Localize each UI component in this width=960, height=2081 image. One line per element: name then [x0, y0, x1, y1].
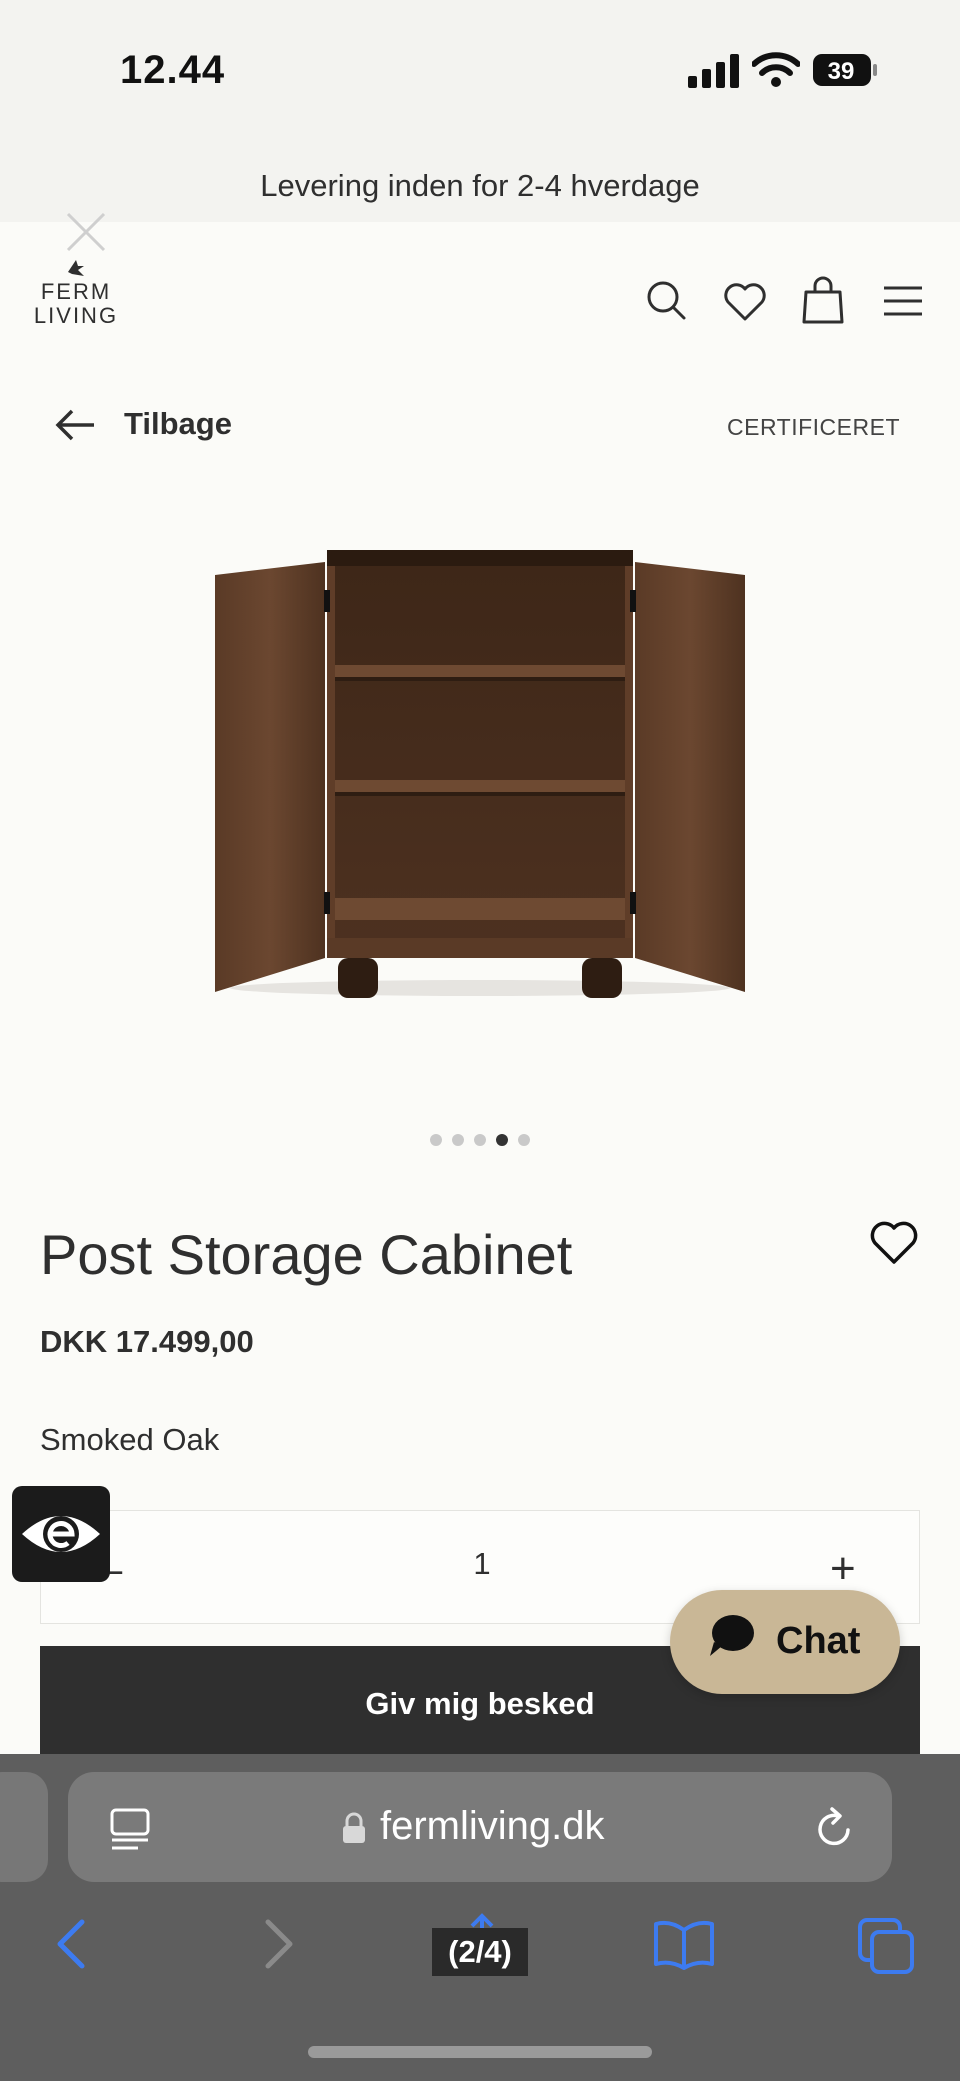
promo-banner: Levering inden for 2-4 hverdage [0, 150, 960, 222]
search-icon[interactable] [642, 276, 692, 326]
accessibility-widget[interactable] [12, 1486, 110, 1582]
product-title: Post Storage Cabinet [40, 1223, 573, 1286]
arrow-left-icon[interactable] [52, 402, 98, 448]
wishlist-heart-icon[interactable] [868, 1218, 920, 1266]
gallery-dot-active[interactable] [496, 1134, 508, 1146]
lock-icon [343, 1812, 365, 1843]
previous-tab-preview[interactable] [0, 1772, 48, 1882]
bird-icon [68, 260, 84, 276]
gallery-dots[interactable] [430, 1134, 530, 1148]
signal-icon [688, 54, 739, 88]
status-time: 12.44 [120, 48, 226, 92]
reload-icon[interactable] [812, 1804, 858, 1852]
certified-link[interactable]: CERTIFICERET [727, 414, 900, 441]
wifi-icon [752, 52, 800, 87]
brand-line-2: LIVING [33, 303, 119, 328]
gallery-dot[interactable] [452, 1134, 464, 1146]
heart-icon[interactable] [720, 276, 770, 326]
home-indicator[interactable] [308, 2046, 652, 2058]
chat-bubble-icon[interactable] [706, 1612, 756, 1660]
brand-logo[interactable]: FERM LIVING [30, 258, 122, 338]
bookmarks-icon[interactable] [652, 1918, 716, 1972]
eye-icon [22, 1516, 100, 1552]
product-variant: Smoked Oak [40, 1422, 220, 1457]
url-text[interactable]: fermliving.dk [380, 1804, 605, 1849]
chat-label[interactable]: Chat [776, 1620, 860, 1663]
bag-icon[interactable] [798, 276, 848, 326]
gallery-dot[interactable] [474, 1134, 486, 1146]
tabs-icon[interactable] [856, 1916, 916, 1976]
chevron-left-icon[interactable] [52, 1916, 92, 1972]
battery-level: 39 [828, 58, 855, 85]
reader-icon[interactable] [108, 1806, 152, 1852]
chevron-right-icon[interactable] [258, 1916, 298, 1972]
image-counter: (2/4) [432, 1928, 528, 1976]
quantity-increase-button[interactable]: + [830, 1544, 856, 1594]
quantity-value[interactable]: 1 [462, 1546, 502, 1582]
back-link[interactable]: Tilbage [124, 406, 232, 442]
product-image[interactable] [200, 530, 760, 1000]
product-price: DKK 17.499,00 [40, 1324, 254, 1359]
close-icon[interactable] [64, 210, 108, 254]
brand-line-1: FERM [40, 279, 112, 304]
menu-icon[interactable] [878, 276, 928, 326]
gallery-dot[interactable] [518, 1134, 530, 1146]
gallery-dot[interactable] [430, 1134, 442, 1146]
battery-icon: 39 [813, 54, 877, 86]
